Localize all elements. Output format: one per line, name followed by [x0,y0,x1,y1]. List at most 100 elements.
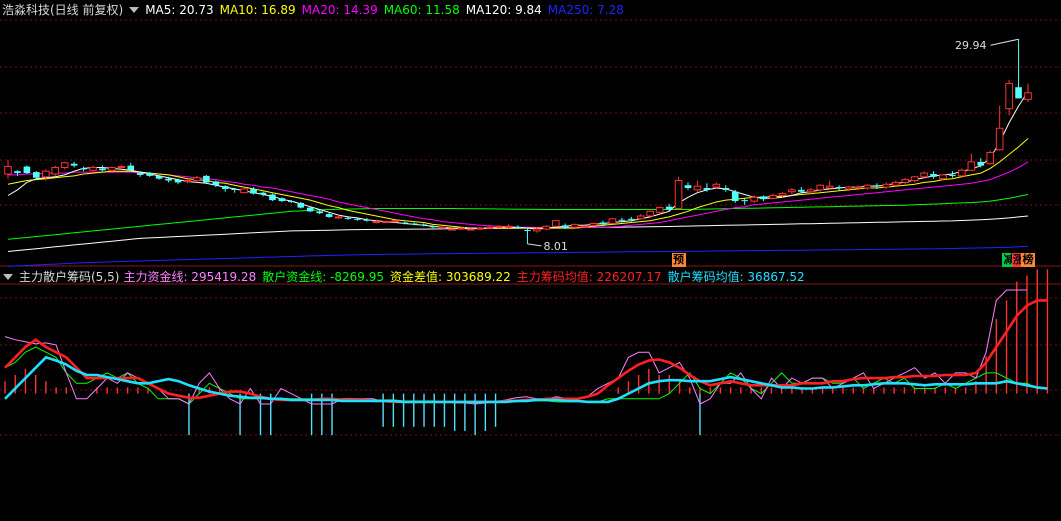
candle-body [816,184,825,191]
candle-body [89,166,97,171]
candle-body [806,189,815,193]
candle-body [863,184,872,189]
candle-body [949,174,956,176]
candle-body [618,219,626,221]
candle-body [722,188,730,190]
candle-body [891,181,900,186]
candle-body [127,165,135,171]
candle-body [967,161,976,171]
candle-body [354,218,361,220]
candle-body [183,180,192,183]
candle-body [741,200,748,202]
candle-body [958,169,966,177]
candle-body [23,166,31,174]
candle-body [401,222,408,224]
low-annotation-line [527,243,542,247]
candle-body [99,168,106,171]
chart-canvas[interactable]: 29.94 8.01 [0,0,1061,521]
candle-body [438,226,447,229]
candle-body [363,219,371,221]
candle-body [986,152,995,165]
candle-body [297,202,305,208]
candle-body [231,188,238,190]
candle-body [193,177,201,182]
ma-line-ma120 [7,215,1029,252]
candle-body [731,191,739,202]
candle-body [14,171,21,174]
candle-body [580,225,588,228]
candle-body [485,226,494,229]
candle-body [778,193,787,196]
candle-body [930,174,937,177]
candle-body [542,225,551,230]
ma-line-ma250 [7,245,1029,267]
retail-line [4,346,1048,405]
candle-body [288,201,295,203]
candle-body [551,220,560,227]
candle-body [51,166,60,175]
candle-body [750,196,758,202]
event-tag-3[interactable]: 榜 [1021,253,1035,267]
candle-body [495,225,503,228]
candle-body [316,211,323,214]
candle-body [136,173,144,175]
candle-body [798,189,805,192]
candle-body [259,192,267,195]
candle-body [80,168,87,170]
candle-body [420,224,427,226]
candle-body [117,166,126,169]
candle-body [854,186,862,189]
candle-body [835,187,843,189]
candle-body [514,227,522,229]
ma-line-ma60 [7,194,1029,240]
candle-body [628,218,635,220]
candle-body [589,222,598,226]
candle-body [1015,87,1022,99]
candle-body [533,228,541,232]
candle-body [825,185,834,189]
candle-body [655,207,664,213]
main-avg-line [4,299,1048,404]
candle-body [269,194,276,201]
candle-body [504,225,513,228]
candle-body [873,185,881,187]
candle-body [221,186,229,189]
candle-body [155,175,163,179]
candle-body [882,183,891,188]
candle-body [41,170,50,178]
candle-body [1024,92,1032,100]
candle-body [920,172,928,178]
candle-body [476,227,485,230]
candle-body [570,223,579,228]
candle-body [977,161,985,166]
candle-body [4,166,12,175]
candle-body [466,228,475,231]
main-line [4,289,1027,405]
candle-body [174,179,182,183]
low-annotation-label: 8.01 [543,240,568,253]
candle-body [769,194,777,199]
candle-body [240,188,248,194]
high-annotation-line [990,38,1019,46]
candle-body [665,206,673,210]
candle-body [381,221,390,224]
candle-body [60,162,69,168]
candle-body [608,218,617,224]
candle-body [212,181,220,186]
candle-body [693,185,702,191]
candle-body [674,180,683,210]
candle-body [165,178,172,181]
candle-body [203,175,210,183]
candle-body [788,189,796,193]
candle-body [684,185,692,188]
high-annotation-label: 29.94 [955,39,987,52]
ma-line-ma10 [7,138,1029,229]
candle-body [391,220,400,223]
candle-body [325,214,333,217]
candle-body [33,172,40,178]
candle-body [250,188,257,194]
candle-body [429,226,437,228]
event-tag-0[interactable]: 预 [671,253,686,267]
candle-body [1005,82,1013,110]
candle-body [306,207,314,212]
